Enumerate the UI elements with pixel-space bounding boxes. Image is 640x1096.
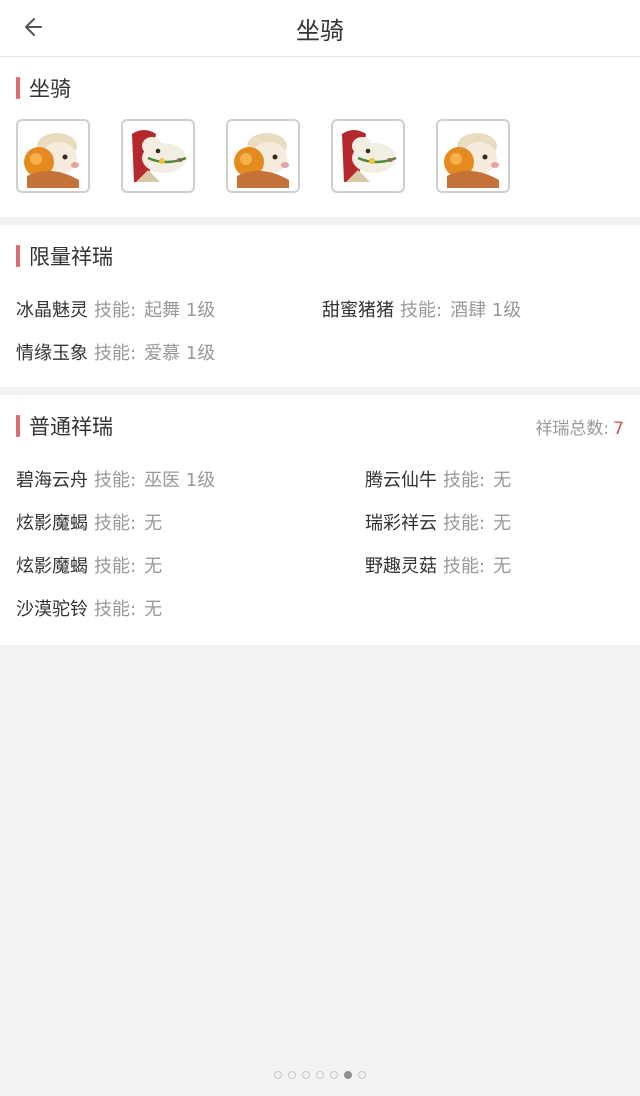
mounts-heading: 坐骑 (16, 73, 71, 103)
skill-label: 技能: (94, 299, 137, 321)
normal-title: 普通祥瑞 (29, 415, 113, 439)
mount-sheep-avatar[interactable] (436, 119, 510, 193)
limited-heading: 限量祥瑞 (16, 241, 113, 271)
item-name: 腾云仙牛 (365, 469, 437, 491)
item-name: 沙漠驼铃 (16, 598, 88, 620)
normal-heading: 普通祥瑞 (16, 411, 113, 441)
skill-value: 巫医 1级 (144, 469, 216, 491)
limited-title: 限量祥瑞 (29, 245, 113, 269)
skill-value: 起舞 1级 (144, 299, 216, 321)
page-title: 坐骑 (296, 16, 344, 45)
page-dot[interactable] (274, 1071, 282, 1079)
total-count: 祥瑞总数: 7 (535, 414, 624, 439)
horse-mount-icon (132, 130, 187, 182)
section-accent-bar (16, 77, 20, 99)
mounts-title: 坐骑 (29, 77, 71, 101)
skill-value: 无 (144, 598, 163, 620)
limited-list: 冰晶魅灵 技能: 起舞 1级 甜蜜猪猪 技能: 酒肆 1级 情缘玉象 技能: 爱慕 1级 (0, 287, 640, 387)
section-accent-bar (16, 415, 20, 437)
skill-label: 技能: (94, 512, 137, 534)
page-dot[interactable] (358, 1071, 366, 1079)
skill-label: 技能: (400, 299, 443, 321)
limited-section: 限量祥瑞 冰晶魅灵 技能: 起舞 1级 甜蜜猪猪 技能: 酒肆 1级 情缘玉象 技能: 爱慕 1… (0, 225, 640, 387)
normal-section: 普通祥瑞 祥瑞总数: 7 碧海云舟 技能: 巫医 1级 腾云仙牛 技能: 无炫影魔蝎 技能: 无… (0, 395, 640, 645)
page-dot[interactable] (316, 1071, 324, 1079)
item-name: 瑞彩祥云 (365, 512, 437, 534)
skill-label: 技能: (94, 555, 137, 577)
skill-value: 无 (144, 555, 163, 577)
back-button[interactable] (14, 10, 48, 44)
sheep-mount-icon (24, 133, 79, 188)
auspicious-item: 瑞彩祥云 技能: 无 (365, 500, 624, 543)
page-dot[interactable] (330, 1071, 338, 1079)
auspicious-item: 炫影魔蝎 技能: 无 (16, 500, 365, 543)
mount-horse-avatar[interactable] (331, 119, 405, 193)
page-dot[interactable] (302, 1071, 310, 1079)
total-label: 祥瑞总数: (535, 418, 610, 439)
skill-value: 无 (493, 512, 512, 534)
mounts-section: 坐骑 (0, 57, 640, 217)
item-name: 碧海云舟 (16, 469, 88, 491)
skill-label: 技能: (443, 512, 486, 534)
auspicious-item: 腾云仙牛 技能: 无 (365, 457, 624, 500)
skill-value: 无 (493, 555, 512, 577)
item-name: 甜蜜猪猪 (322, 299, 394, 321)
skill-label: 技能: (94, 469, 137, 491)
normal-list: 碧海云舟 技能: 巫医 1级 腾云仙牛 技能: 无炫影魔蝎 技能: 无瑞彩祥云 技能: 无炫影魔蝎… (0, 457, 640, 645)
auspicious-item: 情缘玉象 技能: 爱慕 1级 (16, 330, 322, 373)
auspicious-item: 碧海云舟 技能: 巫医 1级 (16, 457, 365, 500)
auspicious-item: 冰晶魅灵 技能: 起舞 1级 (16, 287, 322, 330)
sheep-mount-icon (234, 133, 289, 188)
item-name: 炫影魔蝎 (16, 555, 88, 577)
skill-value: 爱慕 1级 (144, 342, 216, 364)
sheep-mount-icon (444, 133, 499, 188)
mount-sheep-avatar[interactable] (226, 119, 300, 193)
auspicious-item: 炫影魔蝎 技能: 无 (16, 543, 365, 586)
auspicious-item: 野趣灵菇 技能: 无 (365, 543, 624, 586)
skill-label: 技能: (443, 469, 486, 491)
mount-sheep-avatar[interactable] (16, 119, 90, 193)
total-value: 7 (613, 418, 624, 439)
section-accent-bar (16, 245, 20, 267)
page-dot[interactable] (288, 1071, 296, 1079)
skill-value: 无 (144, 512, 163, 534)
horse-mount-icon (342, 130, 397, 182)
page-dot-active[interactable] (344, 1071, 352, 1079)
top-bar: 坐骑 (0, 0, 640, 57)
item-name: 炫影魔蝎 (16, 512, 88, 534)
skill-label: 技能: (443, 555, 486, 577)
item-name: 冰晶魅灵 (16, 299, 88, 321)
skill-value: 酒肆 1级 (450, 299, 522, 321)
auspicious-item: 甜蜜猪猪 技能: 酒肆 1级 (322, 287, 622, 330)
skill-label: 技能: (94, 342, 137, 364)
skill-label: 技能: (94, 598, 137, 620)
page-indicator (0, 1071, 640, 1079)
mount-horse-avatar[interactable] (121, 119, 195, 193)
skill-value: 无 (493, 469, 512, 491)
back-arrow-icon (25, 18, 42, 36)
auspicious-item: 沙漠驼铃 技能: 无 (16, 586, 365, 629)
mount-list (0, 119, 640, 217)
item-name: 野趣灵菇 (365, 555, 437, 577)
item-name: 情缘玉象 (16, 342, 88, 364)
